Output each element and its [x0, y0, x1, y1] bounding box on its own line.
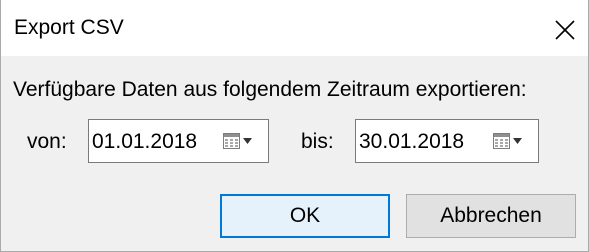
export-csv-dialog: Export CSV Verfügbare Daten aus folgende…	[0, 0, 589, 252]
calendar-dropdown-icon	[493, 133, 522, 149]
close-icon	[555, 20, 575, 40]
from-date-label: von:	[27, 130, 67, 153]
calendar-dropdown-icon	[223, 133, 252, 149]
from-date-value[interactable]: 01.01.2018	[92, 130, 197, 154]
title-bar: Export CSV	[1, 0, 588, 56]
to-date-dropdown-button[interactable]	[490, 130, 528, 152]
to-date-label: bis:	[301, 130, 334, 153]
to-date-picker[interactable]: 30.01.2018	[355, 119, 539, 163]
export-range-prompt: Verfügbare Daten aus folgendem Zeitraum …	[13, 78, 527, 101]
from-date-dropdown-button[interactable]	[220, 130, 258, 152]
ok-button[interactable]: OK	[220, 194, 390, 238]
cancel-button[interactable]: Abbrechen	[406, 194, 576, 238]
close-button[interactable]	[542, 10, 586, 50]
window-title: Export CSV	[14, 16, 124, 39]
from-date-picker[interactable]: 01.01.2018	[88, 119, 269, 163]
to-date-value[interactable]: 30.01.2018	[359, 130, 464, 154]
